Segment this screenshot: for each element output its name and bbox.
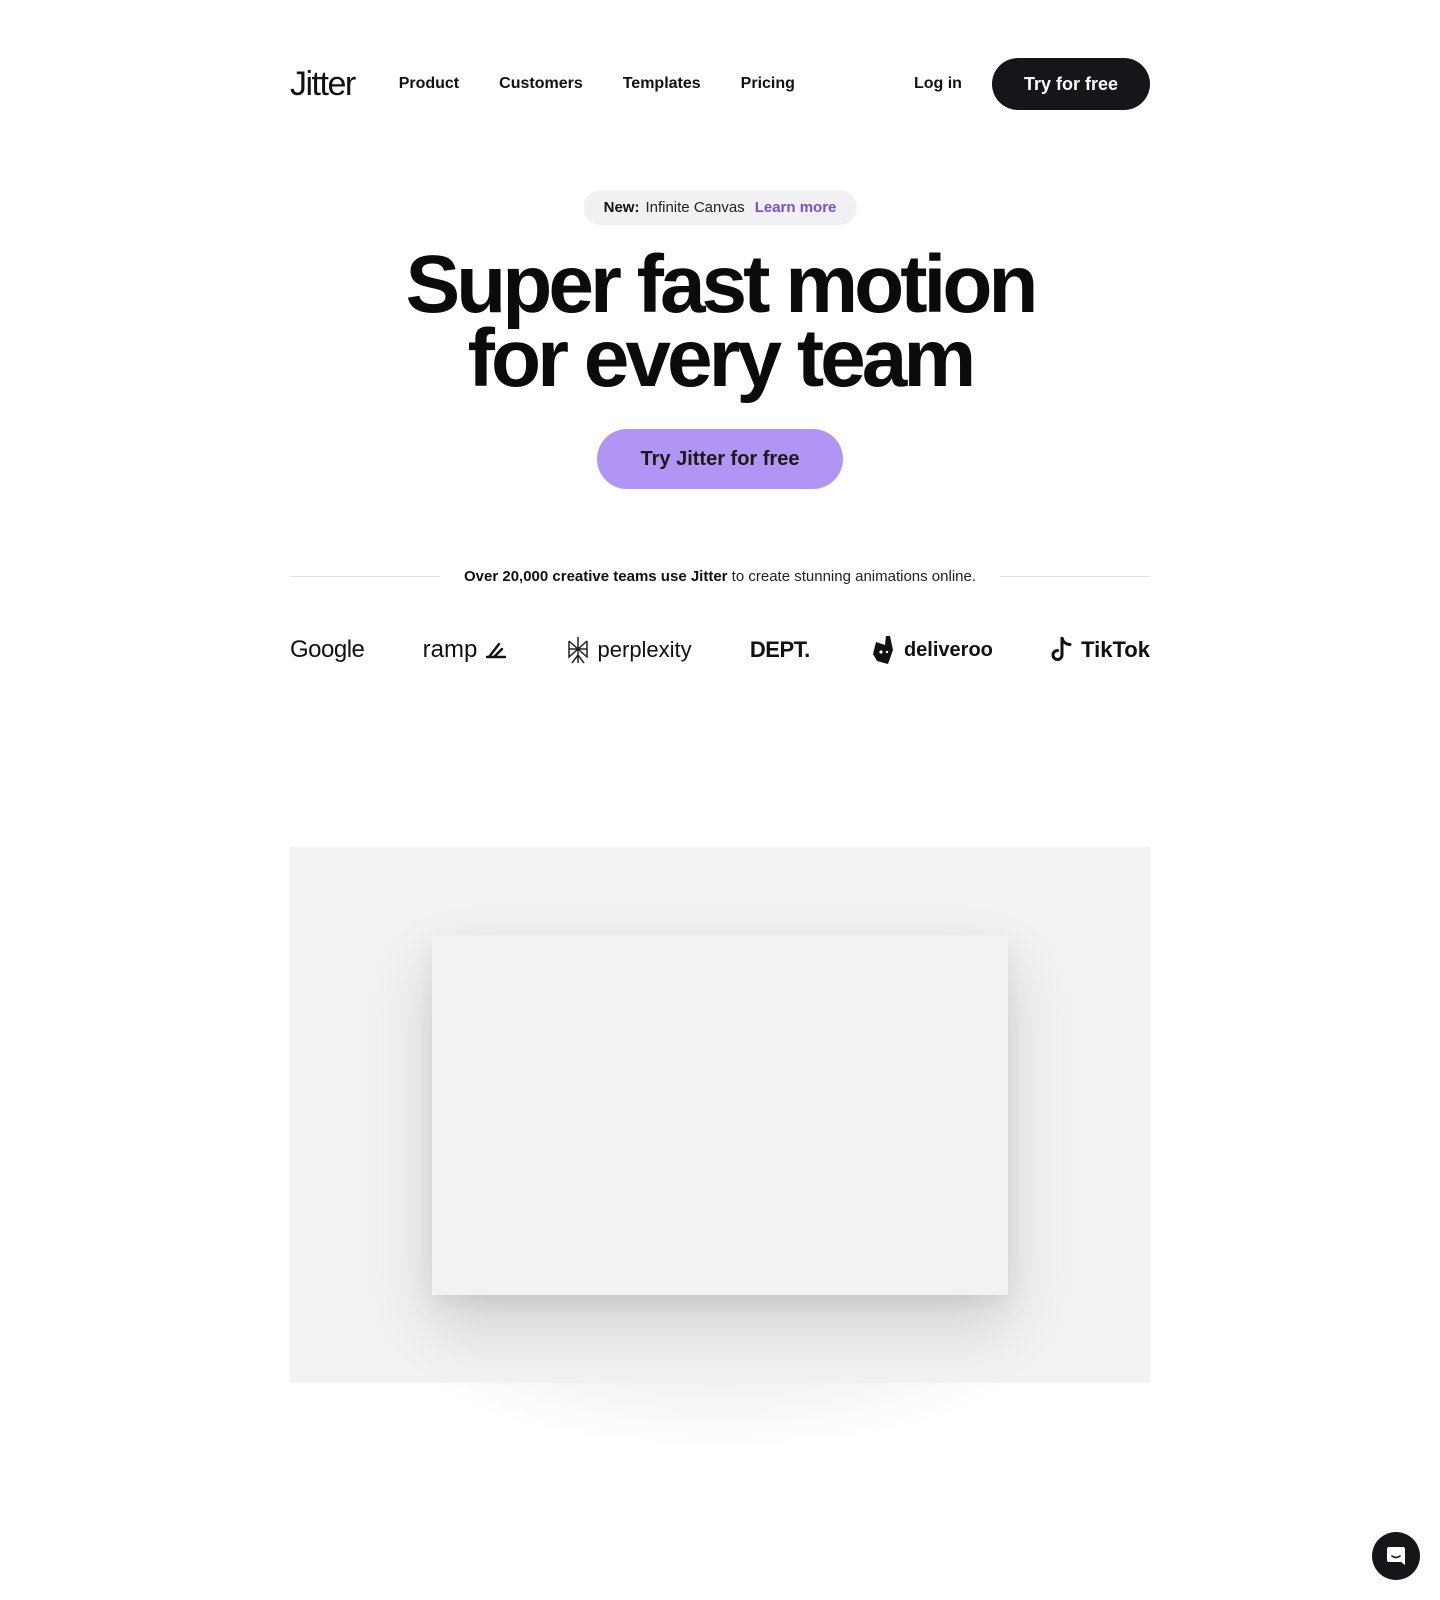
- ramp-logo: ramp: [423, 636, 508, 664]
- deliveroo-kangaroo-icon: [872, 636, 893, 664]
- google-logo-text: Google: [290, 636, 365, 663]
- deliveroo-logo-text: deliveroo: [903, 638, 993, 661]
- nav-link-templates[interactable]: Templates: [623, 75, 701, 93]
- perplexity-logo: perplexity: [566, 635, 692, 665]
- social-proof-text: Over 20,000 creative teams use Jitter to…: [464, 568, 976, 585]
- tiktok-logo: TikTok: [1051, 637, 1150, 663]
- hero-headline-line-1: Super fast motion: [405, 239, 1038, 330]
- announcement-pill[interactable]: New: Infinite Canvas Learn more: [583, 190, 857, 225]
- learn-more-link[interactable]: Learn more: [755, 199, 837, 216]
- google-logo: Google: [290, 636, 365, 664]
- page: Jitter Product Customers Templates Prici…: [0, 0, 1440, 1600]
- dept-logo: DEPT.: [750, 637, 810, 663]
- nav-link-customers[interactable]: Customers: [499, 75, 583, 93]
- deliveroo-logo: deliveroo: [868, 635, 993, 665]
- login-link[interactable]: Log in: [914, 75, 962, 93]
- customer-logos: Google ramp perplexity DEPT. deliveroo T…: [290, 630, 1150, 670]
- social-proof-bold: Over 20,000 creative teams use Jitter: [464, 568, 728, 585]
- hero-headline: Super fast motion for every team: [0, 239, 1440, 404]
- chat-launcher-button[interactable]: [1372, 1532, 1420, 1580]
- nav-links: Product Customers Templates Pricing: [399, 75, 795, 93]
- perplexity-logo-text: perplexity: [597, 637, 692, 662]
- social-proof-rest: to create stunning animations online.: [727, 568, 977, 585]
- try-jitter-for-free-button[interactable]: Try Jitter for free: [597, 429, 843, 489]
- try-for-free-button[interactable]: Try for free: [991, 58, 1150, 110]
- nav-actions: Log in Try for free: [914, 58, 1150, 110]
- ramp-mark-icon: [486, 642, 507, 659]
- dept-logo-text: DEPT.: [749, 637, 810, 662]
- announcement-text: Infinite Canvas: [645, 199, 745, 216]
- nav-link-product[interactable]: Product: [399, 75, 459, 93]
- showcase-card: [432, 935, 1008, 1295]
- social-proof: Over 20,000 creative teams use Jitter to…: [290, 568, 1151, 585]
- divider-left: [290, 576, 440, 577]
- hero-headline-line-2: for every team: [467, 313, 977, 404]
- perplexity-mark-icon: [567, 637, 588, 664]
- top-navigation: Jitter Product Customers Templates Prici…: [290, 58, 1150, 110]
- nav-link-pricing[interactable]: Pricing: [741, 75, 795, 93]
- tiktok-logo-text: TikTok: [1081, 637, 1150, 662]
- announcement-prefix: New:: [603, 199, 640, 216]
- ramp-logo-text: ramp: [422, 636, 478, 663]
- chat-bubble-icon: [1387, 1547, 1405, 1565]
- divider-right: [1000, 576, 1151, 577]
- jitter-logo[interactable]: Jitter: [290, 67, 356, 101]
- tiktok-note-icon: [1051, 637, 1072, 661]
